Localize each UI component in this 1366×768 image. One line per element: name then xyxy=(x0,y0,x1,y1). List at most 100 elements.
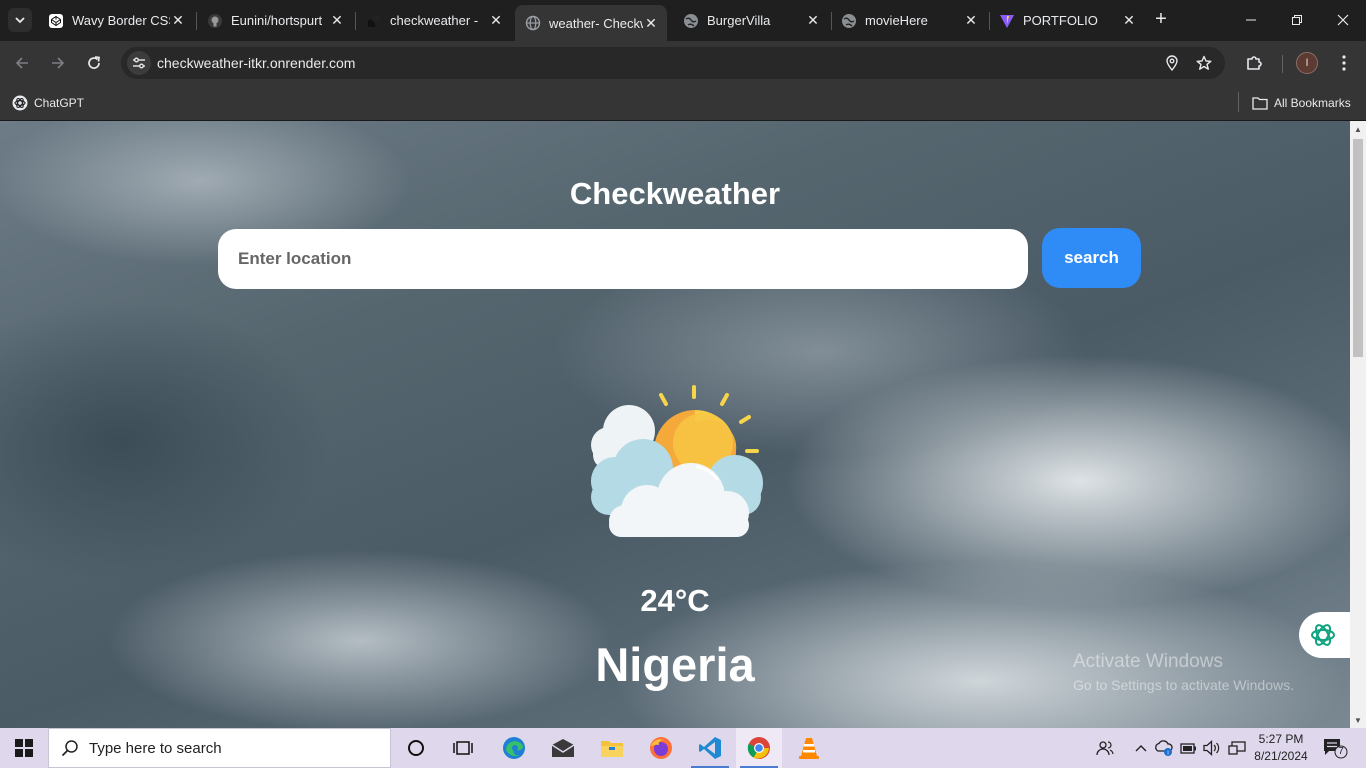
close-icon[interactable]: ✕ xyxy=(170,12,186,29)
scroll-down-arrow-icon[interactable]: ▼ xyxy=(1350,712,1366,728)
tab-portfolio[interactable]: PORTFOLIO ✕ xyxy=(989,6,1145,35)
close-icon[interactable]: ✕ xyxy=(1121,12,1137,29)
vite-icon xyxy=(999,13,1015,29)
people-icon[interactable] xyxy=(1095,738,1115,758)
tab-moviehere[interactable]: movieHere ✕ xyxy=(831,6,987,35)
browser-toolbar: checkweather-itkr.onrender.com I xyxy=(0,41,1366,85)
address-bar[interactable]: checkweather-itkr.onrender.com xyxy=(121,47,1225,79)
scroll-up-arrow-icon[interactable]: ▲ xyxy=(1350,121,1366,137)
tab-strip: Wavy Border CSS ✕ Eunini/hortspurt ✕ che… xyxy=(0,0,1366,41)
forward-button[interactable] xyxy=(46,51,70,75)
close-window-button[interactable] xyxy=(1320,0,1366,40)
all-bookmarks-label: All Bookmarks xyxy=(1274,96,1351,110)
site-info-button[interactable] xyxy=(127,51,151,75)
edge-icon[interactable] xyxy=(491,728,537,768)
tab-wavy-border[interactable]: Wavy Border CSS ✕ xyxy=(38,6,194,35)
notification-count: 7 xyxy=(1338,746,1344,757)
close-icon[interactable]: ✕ xyxy=(963,12,979,29)
taskbar-search-placeholder: Type here to search xyxy=(89,739,222,757)
location-pin-icon[interactable] xyxy=(1162,53,1182,73)
restore-button[interactable] xyxy=(1274,0,1320,40)
more-vertical-icon xyxy=(1342,55,1346,71)
profile-avatar[interactable]: I xyxy=(1296,52,1318,74)
vlc-icon[interactable] xyxy=(786,728,832,768)
close-icon[interactable]: ✕ xyxy=(805,12,821,29)
vscode-icon[interactable] xyxy=(687,728,733,768)
close-icon[interactable]: ✕ xyxy=(643,15,659,31)
battery-icon[interactable] xyxy=(1179,738,1199,758)
clock-date: 8/21/2024 xyxy=(1254,749,1308,763)
url-text: checkweather-itkr.onrender.com xyxy=(157,55,356,71)
app-title: Checkweather xyxy=(569,176,781,211)
menu-button[interactable] xyxy=(1332,51,1356,75)
chevron-down-icon xyxy=(15,17,25,24)
chrome-icon[interactable] xyxy=(736,728,782,768)
temperature-value: 24°C xyxy=(640,583,710,618)
mail-icon[interactable] xyxy=(540,728,586,768)
file-explorer-icon[interactable] xyxy=(589,728,635,768)
reload-icon xyxy=(88,56,100,69)
arrow-right-icon xyxy=(52,57,65,69)
svg-text:i: i xyxy=(1167,751,1168,757)
start-button[interactable] xyxy=(0,728,48,768)
page-viewport: Checkweather search xyxy=(0,121,1350,728)
cortana-icon[interactable] xyxy=(393,728,439,768)
system-clock[interactable]: 5:27 PM 8/21/2024 xyxy=(1248,731,1314,765)
globe-icon xyxy=(683,13,699,29)
bookmarks-bar: ChatGPT All Bookmarks xyxy=(0,85,1366,121)
windows-taskbar: Type here to search i 5:27 PM 8/21/2024 … xyxy=(0,728,1366,768)
activate-windows-watermark: Activate Windows Go to Settings to activ… xyxy=(1073,651,1294,693)
close-icon[interactable]: ✕ xyxy=(488,12,504,29)
firefox-icon[interactable] xyxy=(638,728,684,768)
back-button[interactable] xyxy=(10,51,34,75)
chatgpt-icon xyxy=(12,95,28,111)
bookmark-star-icon[interactable] xyxy=(1194,53,1214,73)
arrow-left-icon xyxy=(15,57,28,69)
location-input[interactable] xyxy=(218,229,1028,289)
onedrive-sync-icon[interactable]: i xyxy=(1154,738,1174,758)
toolbar-divider xyxy=(1282,55,1283,73)
search-button[interactable]: search xyxy=(1042,228,1141,288)
reload-button[interactable] xyxy=(82,51,106,75)
globe-icon xyxy=(841,13,857,29)
search-icon xyxy=(61,740,78,757)
render-icon xyxy=(366,13,382,29)
close-icon[interactable]: ✕ xyxy=(329,12,345,29)
partly-cloudy-sun-icon xyxy=(585,383,767,543)
extensions-button[interactable] xyxy=(1242,51,1266,75)
tab-hortspurt[interactable]: Eunini/hortspurt ✕ xyxy=(197,6,353,35)
bookmark-chatgpt[interactable]: ChatGPT xyxy=(12,92,84,114)
tab-title: BurgerVilla xyxy=(707,13,771,28)
clock-time: 5:27 PM xyxy=(1258,732,1304,746)
activate-windows-title: Activate Windows xyxy=(1073,651,1223,672)
folder-icon xyxy=(1252,95,1268,111)
tab-title: PORTFOLIO xyxy=(1023,13,1098,28)
restore-icon xyxy=(1292,15,1302,25)
action-center-button[interactable]: 7 xyxy=(1322,737,1348,759)
codepen-icon xyxy=(48,13,64,29)
new-tab-button[interactable]: + xyxy=(1151,9,1171,30)
bookmark-label: ChatGPT xyxy=(34,96,85,110)
taskbar-search-box[interactable]: Type here to search xyxy=(48,728,391,768)
volume-icon[interactable] xyxy=(1202,738,1222,758)
tab-title: Wavy Border CSS xyxy=(72,13,170,28)
minimize-icon xyxy=(1246,19,1256,21)
scroll-thumb[interactable] xyxy=(1353,139,1363,357)
tab-checkweather-render[interactable]: checkweather - ✕ xyxy=(356,6,512,35)
tune-icon xyxy=(133,57,145,69)
globe-icon xyxy=(525,15,541,31)
minimize-button[interactable] xyxy=(1228,0,1274,40)
tab-title: checkweather - xyxy=(390,13,479,28)
tab-burgervilla[interactable]: BurgerVilla ✕ xyxy=(673,6,829,35)
network-icon[interactable] xyxy=(1227,738,1247,758)
bookmarks-divider xyxy=(1238,92,1239,112)
task-view-icon[interactable] xyxy=(440,728,486,768)
page-scrollbar[interactable]: ▲ ▼ xyxy=(1350,121,1366,728)
chatgpt-icon xyxy=(1311,624,1335,646)
all-bookmarks[interactable]: All Bookmarks xyxy=(1252,92,1351,114)
chevron-up-icon[interactable] xyxy=(1131,738,1151,758)
tab-weather-checkweather[interactable]: weather- Checkw ✕ xyxy=(515,5,667,41)
activate-windows-subtitle: Go to Settings to activate Windows. xyxy=(1073,677,1294,693)
tab-search-button[interactable] xyxy=(8,8,32,32)
chatgpt-floating-button[interactable] xyxy=(1299,612,1350,658)
